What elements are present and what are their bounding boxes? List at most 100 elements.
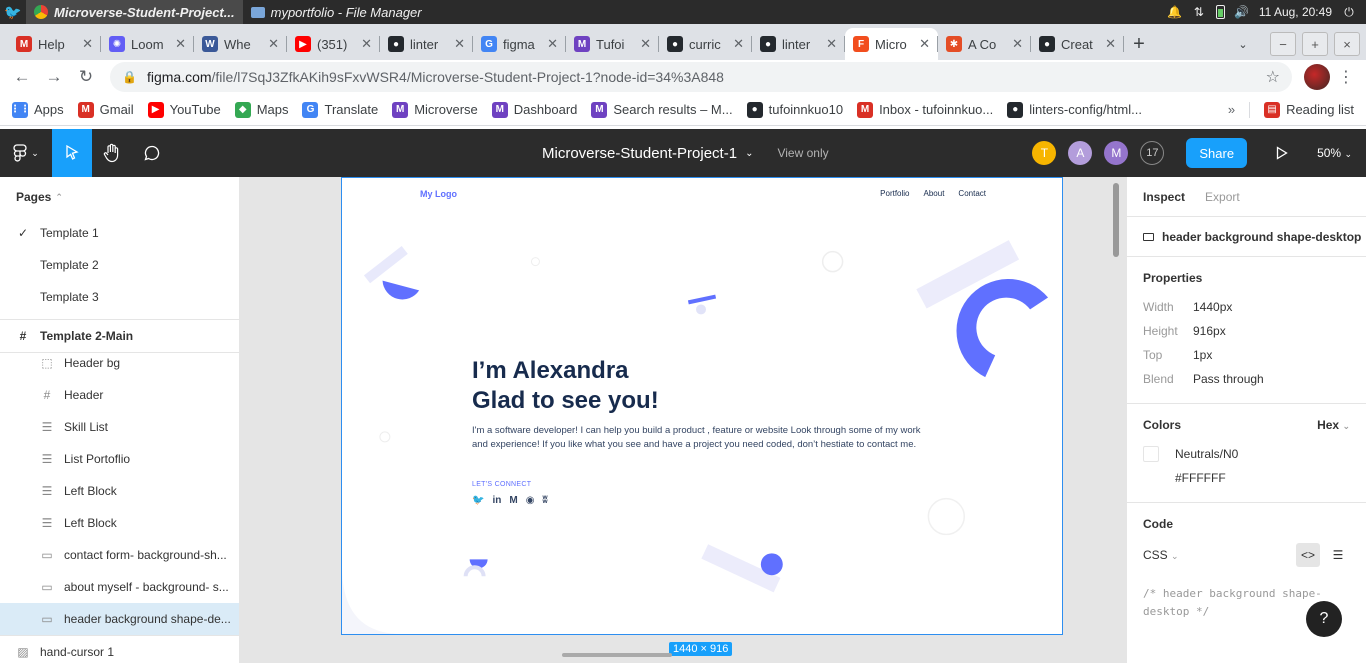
page-item-template-2[interactable]: Template 2 <box>0 249 239 281</box>
back-button[interactable]: ← <box>8 63 36 91</box>
power-icon[interactable]: ⏻ <box>1342 5 1356 19</box>
layer-item[interactable]: ▭ header background shape-de... <box>0 603 239 635</box>
taskbar-chrome-window[interactable]: Microverse-Student-Project... <box>26 0 243 24</box>
close-window-button[interactable]: × <box>1334 32 1360 56</box>
design-canvas[interactable]: My Logo Portfolio About Contact I’m Alex… <box>240 177 1126 663</box>
browser-tab[interactable]: ● linter ✕ <box>752 28 845 60</box>
bookmark-item[interactable]: ▶ YouTube <box>147 101 221 118</box>
minimize-button[interactable]: − <box>1270 32 1296 56</box>
close-tab-icon[interactable]: ✕ <box>919 36 930 52</box>
color-hex[interactable]: #FFFFFF <box>1143 466 1350 490</box>
vertical-scrollbar[interactable] <box>1113 183 1119 257</box>
tab-search-icon[interactable]: ⌄ <box>1232 33 1254 55</box>
layer-item[interactable]: ☰ Left Block <box>0 507 239 539</box>
page-item-template-1[interactable]: ✓ Template 1 <box>0 217 239 249</box>
prop-value[interactable]: 1px <box>1193 348 1212 362</box>
bookmark-item[interactable]: M Search results – M... <box>591 101 733 118</box>
prop-value[interactable]: Pass through <box>1193 372 1264 386</box>
taskbar-file-manager[interactable]: myportfolio - File Manager <box>243 0 430 24</box>
tab-inspect[interactable]: Inspect <box>1143 190 1185 204</box>
layer-item[interactable]: ⬚ Header bg <box>0 347 239 379</box>
bookmark-item[interactable]: ● linters-config/html... <box>1007 101 1142 118</box>
figma-main-menu[interactable]: ⌄ <box>0 129 52 177</box>
battery-icon[interactable] <box>1215 5 1225 19</box>
color-item[interactable]: Neutrals/N0 <box>1143 442 1350 466</box>
present-button[interactable] <box>1267 146 1297 160</box>
prop-value[interactable]: 1440px <box>1193 300 1232 314</box>
clock[interactable]: 11 Aug, 20:49 <box>1259 5 1332 19</box>
close-tab-icon[interactable]: ✕ <box>361 36 372 52</box>
help-button[interactable]: ? <box>1306 601 1342 637</box>
browser-tab[interactable]: ✺ Loom ✕ <box>101 28 194 60</box>
browser-tab[interactable]: ● Creat ✕ <box>1031 28 1124 60</box>
layer-item[interactable]: ☰ List Portoflio <box>0 443 239 475</box>
browser-tab[interactable]: M Help ✕ <box>8 28 101 60</box>
color-format-dropdown[interactable]: Hex ⌄ <box>1317 418 1350 432</box>
network-icon[interactable]: ⇅ <box>1192 5 1206 19</box>
browser-tab[interactable]: ▶ (351) ✕ <box>287 28 380 60</box>
layer-item[interactable]: ☰ Left Block <box>0 475 239 507</box>
bookmark-item[interactable]: M Microverse <box>392 101 478 118</box>
bookmark-item[interactable]: G Translate <box>302 101 378 118</box>
notification-bell-icon[interactable]: 🔔 <box>1167 5 1182 19</box>
close-tab-icon[interactable]: ✕ <box>733 36 744 52</box>
layer-hand-cursor[interactable]: ▨ hand-cursor 1 <box>0 636 239 663</box>
file-title[interactable]: Microverse-Student-Project-1 ⌄ View only <box>542 129 829 177</box>
reload-button[interactable]: ↻ <box>72 63 100 91</box>
url-text[interactable]: figma.com/file/l7SqJ3ZfkAKih9sFxvWSR4/Mi… <box>147 69 1256 85</box>
os-menu-icon[interactable]: 🐦 <box>0 0 26 24</box>
list-view-icon[interactable]: ☰ <box>1326 543 1350 567</box>
forward-button[interactable]: → <box>40 63 68 91</box>
browser-tab[interactable]: F Micro ✕ <box>845 28 938 60</box>
browser-tab[interactable]: ✱ A Co ✕ <box>938 28 1031 60</box>
close-tab-icon[interactable]: ✕ <box>640 36 651 52</box>
move-tool[interactable] <box>52 129 92 177</box>
code-language-dropdown[interactable]: CSS ⌄ <box>1143 548 1179 562</box>
tab-export[interactable]: Export <box>1205 190 1240 204</box>
layer-item[interactable]: ▭ contact form- background-sh... <box>0 539 239 571</box>
horizontal-scrollbar[interactable] <box>562 653 672 657</box>
bookmark-item[interactable]: ● tufoinnkuo10 <box>746 101 843 118</box>
close-tab-icon[interactable]: ✕ <box>454 36 465 52</box>
browser-tab[interactable]: W Whe ✕ <box>194 28 287 60</box>
share-button[interactable]: Share <box>1186 138 1248 168</box>
close-tab-icon[interactable]: ✕ <box>1012 36 1023 52</box>
new-tab-button[interactable]: + <box>1124 28 1154 60</box>
profile-avatar[interactable] <box>1304 64 1330 90</box>
layer-item[interactable]: ☰ Skill List <box>0 411 239 443</box>
bookmark-item[interactable]: M Gmail <box>77 101 134 118</box>
chrome-menu-icon[interactable]: ⋮ <box>1334 67 1358 87</box>
close-tab-icon[interactable]: ✕ <box>175 36 186 52</box>
hand-tool[interactable] <box>92 129 132 177</box>
browser-tab[interactable]: ● linter ✕ <box>380 28 473 60</box>
lock-icon[interactable]: 🔒 <box>122 70 137 84</box>
bookmark-item[interactable]: ◆ Maps <box>234 101 288 118</box>
reading-list-button[interactable]: ▤ Reading list <box>1264 101 1354 118</box>
selected-frame[interactable]: My Logo Portfolio About Contact I’m Alex… <box>341 177 1063 635</box>
bookmark-item[interactable]: M Inbox - tufoinnkuo... <box>857 101 993 118</box>
collaborator-avatar[interactable]: M <box>1104 141 1129 165</box>
bookmark-item[interactable]: M Dashboard <box>491 101 577 118</box>
comment-tool[interactable] <box>132 129 172 177</box>
bookmarks-overflow-icon[interactable]: » <box>1228 102 1235 117</box>
zoom-dropdown[interactable]: 50% ⌄ <box>1317 146 1352 160</box>
bookmark-item[interactable]: ⋮⋮ Apps <box>10 101 64 118</box>
close-tab-icon[interactable]: ✕ <box>268 36 279 52</box>
close-tab-icon[interactable]: ✕ <box>82 36 93 52</box>
browser-tab[interactable]: Gfigma ✕ <box>473 28 566 60</box>
volume-icon[interactable]: 🔊 <box>1234 5 1249 19</box>
collaborator-avatar[interactable]: T <box>1032 141 1057 165</box>
collaborator-avatar[interactable]: A <box>1068 141 1093 165</box>
viewer-count[interactable]: 17 <box>1140 141 1165 165</box>
bookmark-star-icon[interactable]: ☆ <box>1266 67 1280 87</box>
close-tab-icon[interactable]: ✕ <box>1105 36 1116 52</box>
layer-item[interactable]: # Header <box>0 379 239 411</box>
pages-header[interactable]: Pages ⌃ <box>0 177 239 217</box>
browser-tab[interactable]: M Tufoi ✕ <box>566 28 659 60</box>
page-item-template-3[interactable]: Template 3 <box>0 281 239 313</box>
address-bar[interactable]: 🔒 figma.com/file/l7SqJ3ZfkAKih9sFxvWSR4/… <box>110 62 1292 92</box>
browser-tab[interactable]: ● curric ✕ <box>659 28 752 60</box>
close-tab-icon[interactable]: ✕ <box>547 36 558 52</box>
code-view-icon[interactable]: <> <box>1296 543 1320 567</box>
maximize-button[interactable]: + <box>1302 32 1328 56</box>
